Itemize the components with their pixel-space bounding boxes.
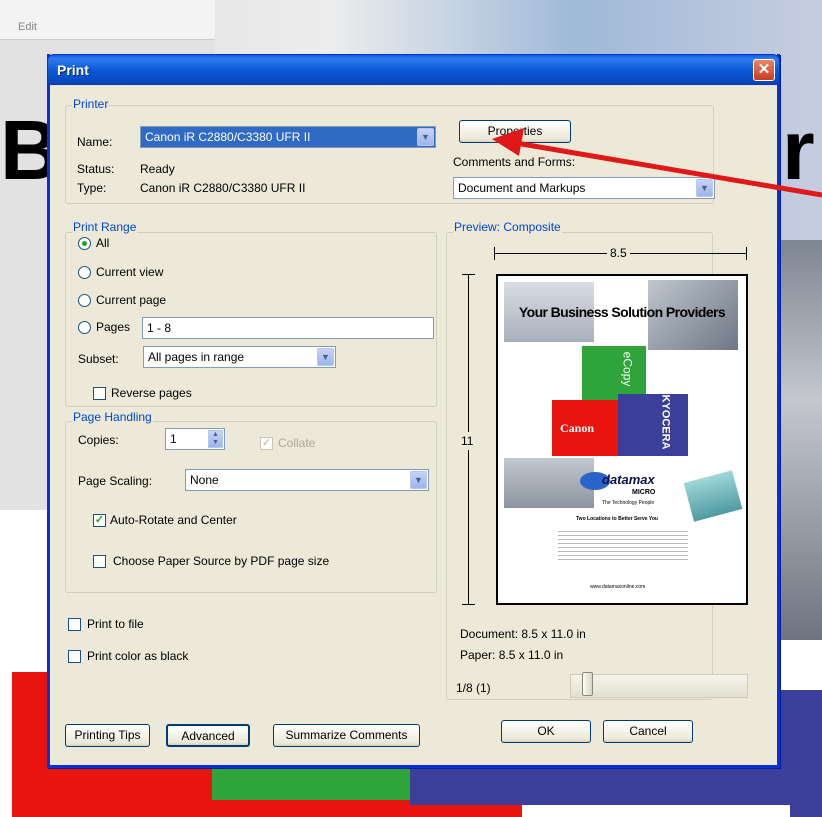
annotation-arrow-head — [492, 128, 524, 156]
annotation-arrow — [492, 128, 822, 198]
annotation-arrow-shaft — [509, 139, 822, 198]
